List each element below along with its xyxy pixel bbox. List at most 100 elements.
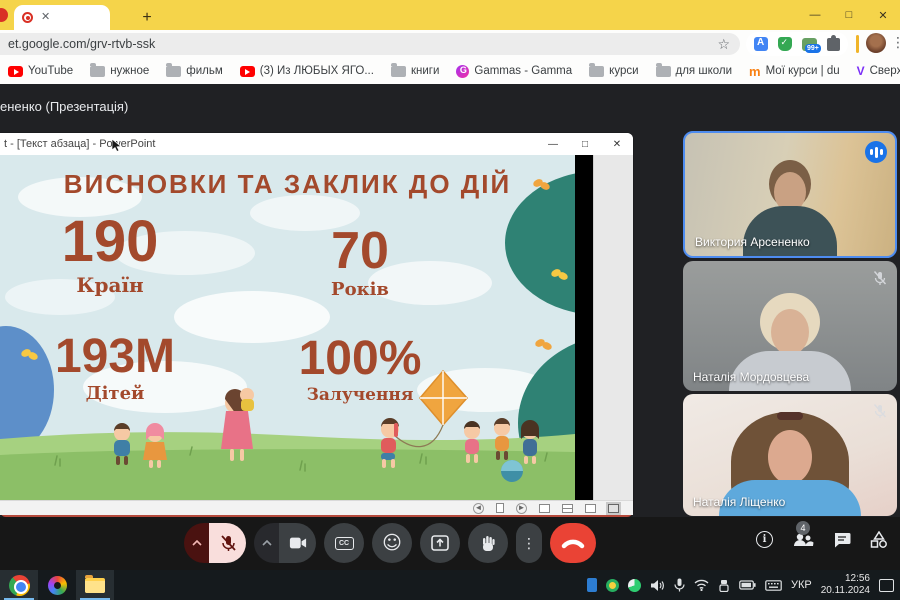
- language-indicator[interactable]: УКР: [791, 579, 812, 591]
- camera-control-group: [254, 523, 316, 563]
- stat-value: 100%: [290, 335, 430, 383]
- stat-engagement: 100%Залучення: [290, 335, 430, 405]
- slide-letterbox: [575, 155, 593, 500]
- browser-tab[interactable]: ✕: [14, 5, 110, 30]
- usb-device-icon[interactable]: [718, 579, 730, 592]
- present-button[interactable]: [420, 523, 460, 563]
- meet-stage: ененко (Презентація) t - [Текст абзаца] …: [0, 84, 900, 517]
- chat-icon: [833, 532, 851, 548]
- profile-avatar[interactable]: [866, 33, 886, 53]
- touch-keyboard-icon[interactable]: [765, 580, 782, 591]
- stat-label: Залучення: [290, 385, 430, 405]
- participant-tile-2[interactable]: Наталія Мордовцева: [683, 261, 897, 391]
- bookmark-youtube-video[interactable]: (3) Из ЛЮБЫХ ЯГО...: [240, 65, 374, 77]
- info-icon: i: [756, 531, 773, 548]
- adblock-extension-icon[interactable]: [778, 37, 792, 51]
- theme-divider: [856, 35, 859, 53]
- photos-icon: [48, 576, 67, 595]
- end-call-button[interactable]: [550, 523, 596, 563]
- browser-window-controls: — □ ✕: [798, 0, 900, 30]
- mic-off-icon: [872, 270, 888, 286]
- bookmark-folder-kursy[interactable]: курси: [589, 65, 638, 77]
- microphone-icon[interactable]: [674, 578, 685, 592]
- normal-view-button[interactable]: [539, 504, 550, 513]
- stat-label: Дітей: [35, 383, 195, 404]
- extensions-puzzle-icon[interactable]: [827, 38, 840, 51]
- participant-count-badge: 4: [796, 521, 810, 535]
- camera-options-chevron[interactable]: [254, 523, 279, 563]
- taskbar-photos-button[interactable]: [38, 570, 76, 600]
- tab-close-button[interactable]: ✕: [41, 12, 50, 23]
- tray-pie-icon[interactable]: [628, 579, 641, 592]
- browser-toolbar: et.google.com/grv-rtvb-ssk ☆ 99+ ⋮: [0, 30, 900, 58]
- clock-time: 12:56: [845, 573, 870, 584]
- mouse-cursor-icon: [112, 139, 122, 152]
- meeting-details-button[interactable]: i: [756, 531, 773, 548]
- powerpoint-window-controls: — □ ✕: [537, 133, 633, 155]
- new-tab-button[interactable]: +: [134, 5, 160, 30]
- ppt-maximize-button[interactable]: □: [569, 133, 601, 155]
- mic-options-chevron[interactable]: [184, 523, 209, 563]
- folder-icon: [656, 66, 671, 77]
- more-options-button[interactable]: ⋮: [516, 523, 542, 563]
- browser-close-button[interactable]: ✕: [866, 0, 900, 30]
- moodle-icon: m: [749, 65, 761, 78]
- tray-app-blue-icon[interactable]: [587, 578, 597, 592]
- ppt-close-button[interactable]: ✕: [601, 133, 633, 155]
- bookmarks-bar: YouTube нужное фильм (3) Из ЛЮБЫХ ЯГО...…: [0, 58, 900, 84]
- bookmark-gamma[interactable]: Gammas - Gamma: [456, 65, 572, 78]
- powerpoint-titlebar[interactable]: t - [Текст абзаца] - PowerPoint — □ ✕: [0, 133, 633, 155]
- ppt-side-panel[interactable]: [593, 155, 633, 500]
- stat-value: 70: [310, 225, 410, 277]
- browser-maximize-button[interactable]: □: [832, 0, 866, 30]
- participant-tile-1[interactable]: Виктория Арсененко: [683, 131, 897, 258]
- taskbar-chrome-button[interactable]: [0, 570, 38, 600]
- hand-icon: [480, 535, 496, 552]
- bookmark-folder-shkoly[interactable]: для школи: [656, 65, 733, 77]
- reading-view-button[interactable]: [585, 504, 596, 513]
- bookmark-moodle[interactable]: mМої курси | du: [749, 65, 840, 78]
- people-button[interactable]: 4: [792, 532, 814, 548]
- chrome-icon: [9, 575, 30, 596]
- bookmark-folder-film[interactable]: фильм: [166, 65, 223, 77]
- slide-sorter-button[interactable]: [562, 504, 573, 513]
- bookmark-v[interactable]: VСверхбыстрый и п...: [857, 65, 900, 77]
- battery-icon[interactable]: [739, 580, 756, 590]
- taskbar-clock[interactable]: 12:5620.11.2024: [821, 573, 870, 598]
- url-text[interactable]: et.google.com/grv-rtvb-ssk: [8, 37, 155, 51]
- action-center-button[interactable]: [879, 579, 894, 592]
- camera-button[interactable]: [279, 523, 316, 563]
- meet-control-bar: CC ☺ ⋮ i 4: [0, 517, 900, 570]
- translate-extension-icon[interactable]: [754, 37, 768, 51]
- taskbar-apps: [0, 570, 114, 600]
- bookmark-star-icon[interactable]: ☆: [717, 36, 730, 53]
- taskbar-explorer-button[interactable]: [76, 570, 114, 600]
- reactions-button[interactable]: ☺: [372, 523, 412, 563]
- tray-app-green-icon[interactable]: [606, 579, 619, 592]
- next-slide-button[interactable]: ►: [516, 503, 527, 514]
- slideshow-button[interactable]: [608, 504, 619, 513]
- chat-button[interactable]: [833, 532, 851, 548]
- wifi-icon[interactable]: [694, 579, 709, 591]
- bookmark-youtube[interactable]: YouTube: [8, 65, 73, 77]
- extension-with-badge-icon[interactable]: 99+: [802, 38, 817, 51]
- captions-button[interactable]: CC: [324, 523, 364, 563]
- bookmark-folder-knygy[interactable]: книги: [391, 65, 439, 77]
- raise-hand-button[interactable]: [468, 523, 508, 563]
- powerpoint-window[interactable]: t - [Текст абзаца] - PowerPoint — □ ✕: [0, 133, 633, 517]
- mic-mute-button[interactable]: [209, 523, 246, 563]
- slide-title: ВИСНОВКИ ТА ЗАКЛИК ДО ДІЙ: [0, 169, 575, 200]
- ppt-minimize-button[interactable]: —: [537, 133, 569, 155]
- sunglasses: [777, 412, 803, 420]
- participant-tile-3[interactable]: Наталія Ліщенко: [683, 394, 897, 516]
- browser-menu-button[interactable]: ⋮: [891, 34, 900, 51]
- stat-label: Країн: [40, 273, 180, 297]
- volume-icon[interactable]: [650, 579, 665, 592]
- mic-control-group: [184, 523, 246, 563]
- activities-button[interactable]: [870, 531, 888, 548]
- address-bar[interactable]: et.google.com/grv-rtvb-ssk ☆: [0, 33, 740, 55]
- call-controls: CC ☺ ⋮: [184, 523, 596, 563]
- prev-slide-button[interactable]: ◄: [473, 503, 484, 514]
- bookmark-folder-nuzhnoe[interactable]: нужное: [90, 65, 149, 77]
- browser-minimize-button[interactable]: —: [798, 0, 832, 30]
